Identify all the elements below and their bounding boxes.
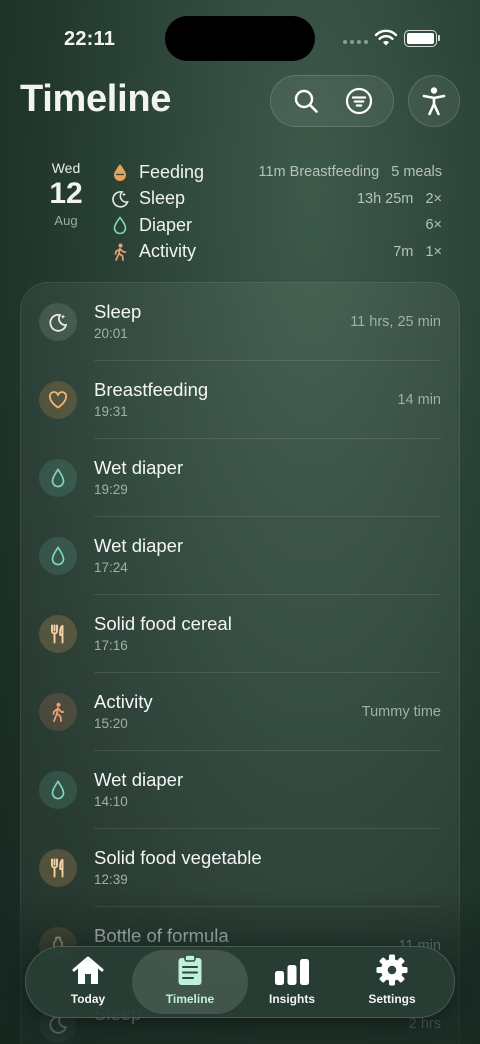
date-weekday: Wed: [51, 160, 81, 176]
fork-knife-icon: [39, 849, 77, 887]
tab-bar: Today Timeline Insights Settings: [25, 946, 455, 1018]
summary-label: Activity: [139, 241, 197, 262]
entry-title: Wet diaper: [94, 457, 184, 478]
tab-label: Insights: [268, 992, 315, 1006]
entry-title: Solid food vegetable: [94, 847, 262, 868]
timeline-entry-wet-diaper[interactable]: Wet diaper 19:29: [21, 439, 459, 517]
entry-title: Breastfeeding: [94, 379, 209, 400]
drop-outline-icon: [110, 215, 130, 235]
entry-time: 20:01: [94, 326, 128, 341]
drop-outline-icon: [39, 771, 77, 809]
entry-time: 14:10: [94, 794, 128, 809]
search-icon: [294, 89, 318, 113]
entry-time: 15:20: [94, 716, 128, 731]
timeline-entry-solid-food[interactable]: Solid food vegetable 12:39: [21, 829, 459, 907]
summary-label: Diaper: [139, 214, 193, 235]
timeline-entry-sleep[interactable]: Sleep 20:01 11 hrs, 25 min: [21, 283, 459, 361]
summary-row-feeding: Feeding 11m Breastfeeding 5 meals: [110, 159, 442, 186]
summary-row-sleep: Sleep 13h 25m 2×: [110, 186, 442, 213]
status-bar: 22:11: [0, 0, 480, 80]
entry-time: 12:39: [94, 872, 128, 887]
summary-row-activity: Activity 7m 1×: [110, 239, 442, 266]
summary-value: 11m Breastfeeding 5 meals: [258, 164, 443, 181]
entry-title: Wet diaper: [94, 769, 184, 790]
entry-title: Solid food cereal: [94, 613, 232, 634]
header-action-group: [270, 75, 394, 127]
clipboard-icon: [178, 954, 202, 985]
heart-icon: [39, 381, 77, 419]
timeline-entry-activity[interactable]: Activity 15:20 Tummy time: [21, 673, 459, 751]
entry-title: Wet diaper: [94, 535, 184, 556]
tab-label: Today: [70, 992, 106, 1006]
summary-label: Sleep: [139, 188, 186, 209]
summary-value: 6×: [425, 217, 442, 234]
drop-outline-icon: [39, 459, 77, 497]
filter-button[interactable]: [336, 78, 382, 124]
timeline-entry-solid-food[interactable]: Solid food cereal 17:16: [21, 595, 459, 673]
gear-icon: [376, 954, 408, 986]
entry-title: Sleep: [94, 301, 142, 322]
filter-icon: [345, 87, 372, 115]
entry-title: Bottle of formula: [94, 925, 229, 946]
entry-time: 17:16: [94, 638, 128, 653]
date-block: Wed 12 Aug: [40, 160, 92, 228]
fork-knife-icon: [39, 615, 77, 653]
entry-time: 17:24: [94, 560, 128, 575]
search-button[interactable]: [283, 78, 329, 124]
summary-label: Feeding: [139, 161, 205, 182]
drop-icon: [110, 162, 130, 182]
timeline-entry-wet-diaper[interactable]: Wet diaper 17:24: [21, 517, 459, 595]
entry-value: 2 hrs: [408, 1016, 441, 1032]
drop-outline-icon: [39, 537, 77, 575]
battery-icon: [404, 30, 437, 47]
timeline-entry-breastfeeding[interactable]: Breastfeeding 19:31 14 min: [21, 361, 459, 439]
dynamic-island: [165, 16, 315, 61]
tab-label: Settings: [368, 992, 416, 1006]
tab-today[interactable]: Today: [30, 950, 146, 1014]
walking-icon: [39, 693, 77, 731]
moon-icon: [39, 303, 77, 341]
status-time: 22:11: [64, 28, 116, 50]
tab-insights[interactable]: Insights: [234, 950, 350, 1014]
entry-value: 11 hrs, 25 min: [350, 314, 441, 330]
battery-cap: [438, 35, 440, 41]
walking-icon: [110, 242, 130, 262]
entry-value: 14 min: [397, 392, 441, 408]
timeline-list: Sleep 20:01 11 hrs, 25 min Breastfeeding…: [20, 282, 460, 1044]
daily-summary: Feeding 11m Breastfeeding 5 meals Sleep …: [110, 159, 442, 265]
entry-time: 19:29: [94, 482, 128, 497]
accessibility-icon: [422, 87, 446, 116]
entry-title: Activity: [94, 691, 153, 712]
timeline-entry-wet-diaper[interactable]: Wet diaper 14:10: [21, 751, 459, 829]
entry-time: 19:31: [94, 404, 128, 419]
tab-label: Timeline: [165, 992, 215, 1006]
cellular-signal-icon: [343, 40, 368, 44]
tab-timeline[interactable]: Timeline: [132, 950, 248, 1014]
summary-row-diaper: Diaper 6×: [110, 212, 442, 239]
summary-value: 7m 1×: [393, 243, 442, 260]
house-icon: [72, 956, 104, 984]
date-day: 12: [49, 177, 83, 210]
entry-value: Tummy time: [361, 704, 441, 720]
wifi-icon: [374, 29, 398, 46]
tab-settings[interactable]: Settings: [334, 950, 450, 1014]
bar-chart-icon: [275, 959, 309, 985]
moon-icon: [110, 189, 130, 209]
date-month: Aug: [54, 213, 78, 228]
page-title: Timeline: [20, 78, 172, 120]
accessibility-button[interactable]: [408, 75, 460, 127]
summary-value: 13h 25m 2×: [356, 190, 442, 207]
